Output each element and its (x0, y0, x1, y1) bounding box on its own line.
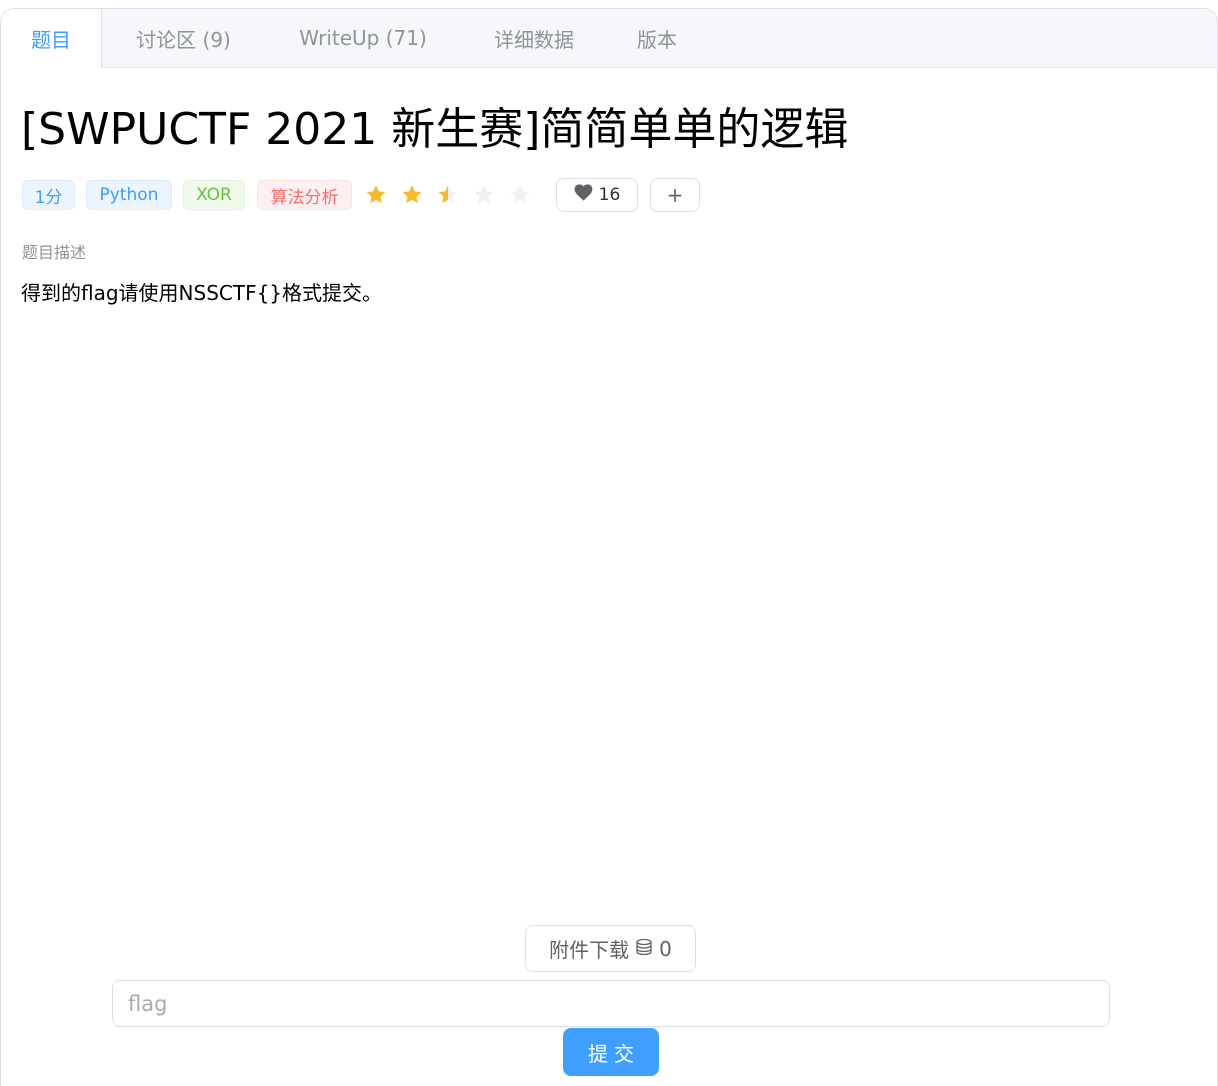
tab-details[interactable]: 详细数据 (461, 9, 607, 67)
score-tag: 1分 (22, 180, 75, 210)
plus-icon: + (666, 183, 684, 207)
challenge-card: 题目 讨论区 (9) WriteUp (71) 详细数据 版本 [SWPUCTF… (0, 8, 1218, 1086)
tab-version[interactable]: 版本 (607, 9, 707, 67)
star-icon[interactable] (401, 182, 437, 208)
heart-icon (574, 184, 593, 206)
attachment-label: 附件下载 (549, 938, 630, 962)
tab-writeup[interactable]: WriteUp (71) (265, 9, 461, 67)
attachment-count: 0 (659, 936, 672, 961)
tab-bar: 题目 讨论区 (9) WriteUp (71) 详细数据 版本 (1, 9, 1217, 68)
challenge-title: [SWPUCTF 2021 新生赛]简简单单的逻辑 (21, 104, 849, 155)
difficulty-rating[interactable] (365, 182, 545, 208)
description-label: 题目描述 (22, 243, 87, 262)
database-icon (635, 937, 653, 961)
flag-input[interactable] (112, 980, 1110, 1027)
category-tag[interactable]: 算法分析 (257, 180, 352, 210)
description-text: 得到的flag请使用NSSCTF{}格式提交。 (21, 281, 383, 305)
like-button[interactable]: 16 (556, 178, 638, 212)
tab-challenge[interactable]: 题目 (1, 9, 102, 68)
tab-discussion[interactable]: 讨论区 (9) (102, 9, 265, 67)
star-icon[interactable] (365, 182, 401, 208)
star-icon[interactable] (437, 182, 473, 208)
star-icon[interactable] (509, 182, 545, 208)
language-tag[interactable]: Python (86, 180, 172, 210)
star-icon[interactable] (473, 182, 509, 208)
add-button[interactable]: + (650, 178, 700, 212)
technique-tag[interactable]: XOR (183, 180, 245, 210)
submit-button[interactable]: 提交 (563, 1028, 659, 1076)
like-count: 16 (598, 185, 621, 205)
attachment-download-button[interactable]: 附件下载 0 (525, 925, 696, 972)
